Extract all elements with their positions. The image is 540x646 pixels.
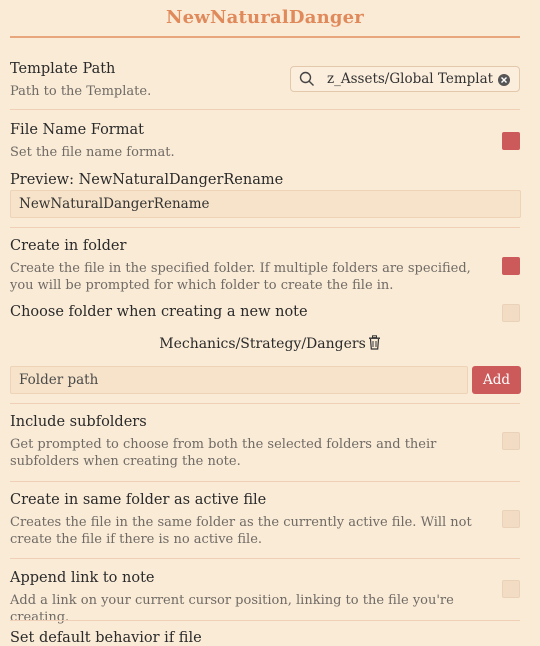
create-in-folder-desc: Create the file in the specified folder.… bbox=[10, 261, 471, 293]
append-link-toggle[interactable] bbox=[502, 580, 520, 598]
file-name-format-value: NewNaturalDangerRename bbox=[19, 196, 210, 212]
title-divider bbox=[10, 36, 520, 38]
file-name-format-desc: Set the file name format. bbox=[10, 145, 175, 160]
file-name-format-toggle[interactable] bbox=[502, 132, 520, 150]
choose-folder-label: Choose folder when creating a new note bbox=[10, 304, 308, 320]
plugin-title: NewNaturalDanger bbox=[166, 7, 364, 28]
folder-path-placeholder: Folder path bbox=[19, 372, 99, 388]
divider bbox=[10, 481, 520, 482]
search-icon bbox=[299, 71, 315, 91]
include-subfolders-desc: Get prompted to choose from both the sel… bbox=[10, 437, 437, 469]
folder-item: Mechanics/Strategy/Dangers bbox=[0, 335, 540, 355]
trash-icon[interactable] bbox=[368, 335, 381, 354]
include-subfolders-toggle[interactable] bbox=[502, 432, 520, 450]
same-folder-desc: Creates the file in the same folder as t… bbox=[10, 515, 472, 547]
default-behavior-label: Set default behavior if file bbox=[10, 630, 202, 646]
divider bbox=[10, 109, 520, 110]
clear-icon[interactable] bbox=[497, 72, 511, 91]
divider bbox=[10, 558, 520, 559]
folder-path-input[interactable]: Folder path bbox=[10, 366, 468, 394]
divider bbox=[10, 620, 520, 621]
file-name-format-label: File Name Format bbox=[10, 122, 144, 138]
template-path-desc: Path to the Template. bbox=[10, 84, 152, 99]
preview-label: Preview: NewNaturalDangerRename bbox=[10, 172, 284, 188]
create-in-folder-label: Create in folder bbox=[10, 238, 127, 254]
template-path-input[interactable]: z_Assets/Global Templates bbox=[327, 71, 493, 87]
divider bbox=[10, 403, 520, 404]
template-path-label: Template Path bbox=[10, 61, 116, 77]
file-name-format-input[interactable]: NewNaturalDangerRename bbox=[10, 190, 521, 218]
same-folder-label: Create in same folder as active file bbox=[10, 492, 267, 508]
divider bbox=[10, 227, 520, 228]
create-in-folder-toggle[interactable] bbox=[502, 257, 520, 275]
append-link-label: Append link to note bbox=[10, 570, 155, 586]
choose-folder-toggle[interactable] bbox=[502, 304, 520, 322]
add-folder-button[interactable]: Add bbox=[472, 366, 521, 394]
folder-path: Mechanics/Strategy/Dangers bbox=[159, 336, 366, 352]
include-subfolders-label: Include subfolders bbox=[10, 414, 147, 430]
same-folder-toggle[interactable] bbox=[502, 510, 520, 528]
template-path-search[interactable]: z_Assets/Global Templates bbox=[290, 66, 520, 92]
